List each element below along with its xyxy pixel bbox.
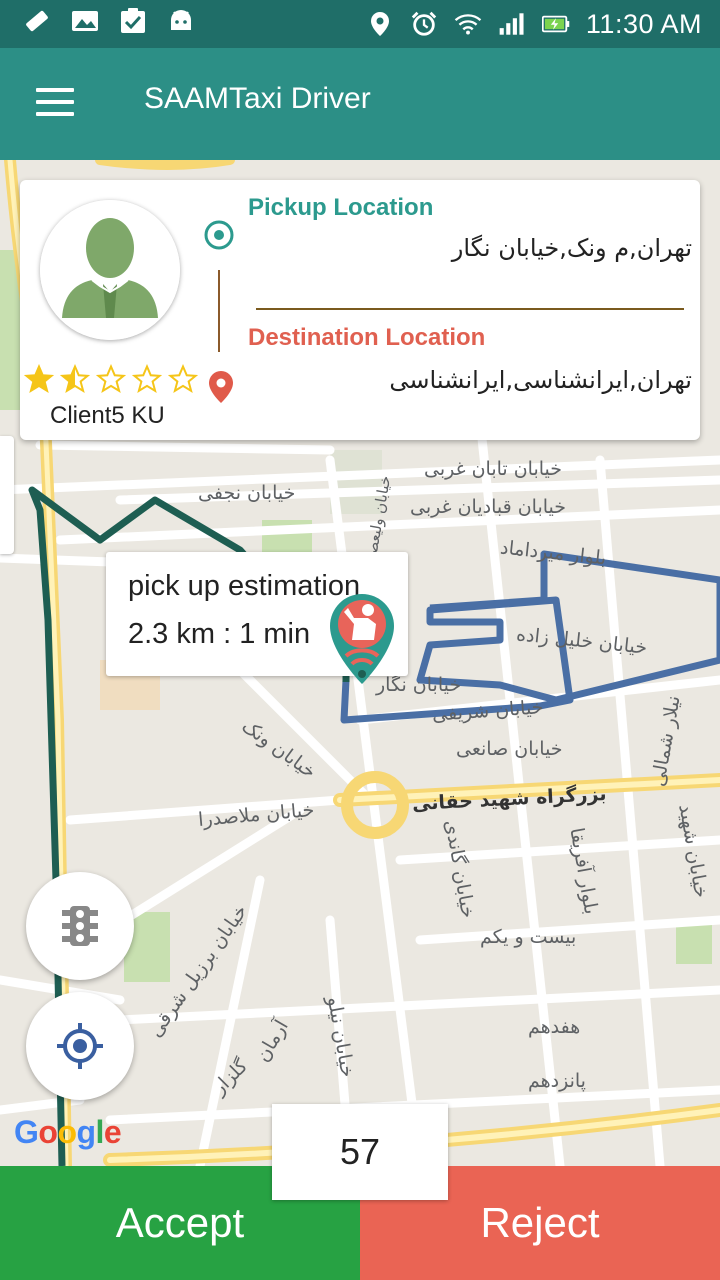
image-icon xyxy=(70,6,100,43)
pickup-marker-icon xyxy=(204,220,234,255)
alarm-icon xyxy=(410,10,438,38)
crosshair-icon xyxy=(57,1023,103,1069)
traffic-light-icon xyxy=(62,906,98,946)
star-icon xyxy=(96,364,126,394)
star-icon xyxy=(60,364,90,394)
countdown-timer: 57 xyxy=(272,1104,448,1200)
ride-info-card: Client5 KU Pickup Location تهران,م ونک,خ… xyxy=(20,180,700,440)
avatar xyxy=(40,200,180,340)
pickup-label: Pickup Location xyxy=(248,194,434,221)
street-label: خیابان تابان غربی xyxy=(424,458,563,480)
side-drawer-handle[interactable] xyxy=(0,436,14,554)
eraser-icon xyxy=(22,6,52,43)
divider xyxy=(256,308,684,310)
android-icon xyxy=(166,6,196,43)
app-title: SAAMTaxi Driver xyxy=(144,82,371,115)
app-bar: SAAMTaxi Driver xyxy=(0,48,720,160)
clipboard-check-icon xyxy=(118,6,148,43)
passenger-marker-icon[interactable] xyxy=(324,590,400,695)
my-location-button[interactable] xyxy=(26,992,134,1100)
street-label: خیابان صانعی xyxy=(456,738,563,760)
wifi-icon xyxy=(454,10,482,38)
street-label: پانزدهم xyxy=(528,1070,586,1092)
location-icon xyxy=(366,10,394,38)
street-label: خیابان نجفی xyxy=(198,482,296,504)
street-label: خیابان قبادیان غربی xyxy=(410,496,567,518)
google-logo: Google xyxy=(14,1114,122,1150)
signal-icon xyxy=(498,10,526,38)
street-label: بیست و یکم xyxy=(480,926,577,948)
star-icon xyxy=(132,364,162,394)
route-connector xyxy=(218,270,220,352)
destination-label: Destination Location xyxy=(248,324,486,351)
traffic-toggle-button[interactable] xyxy=(26,872,134,980)
status-bar: 11:30 AM xyxy=(0,0,720,48)
street-label: هفدهم xyxy=(528,1016,581,1038)
star-icon xyxy=(24,364,54,394)
battery-charging-icon xyxy=(541,10,570,38)
destination-pin-icon xyxy=(208,370,234,409)
estimation-value: 2.3 km : 1 min xyxy=(128,618,311,650)
star-icon xyxy=(168,364,198,394)
status-time: 11:30 AM xyxy=(585,8,702,39)
hamburger-menu-icon[interactable] xyxy=(36,88,76,120)
person-icon xyxy=(40,200,180,340)
pickup-address: تهران,م ونک,خیابان نگار xyxy=(451,234,692,262)
rating-stars xyxy=(24,364,198,394)
destination-address: تهران,ایرانشناسی,ایرانشناسی xyxy=(389,366,692,394)
client-name: Client5 KU xyxy=(50,402,165,429)
